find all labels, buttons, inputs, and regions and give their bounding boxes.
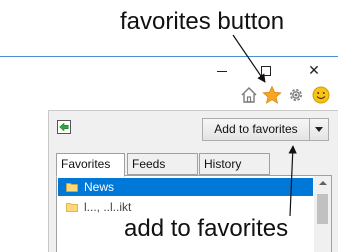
smiley-feedback-icon[interactable] <box>311 85 331 105</box>
minimize-button[interactable] <box>214 64 230 78</box>
add-to-favorites-button[interactable]: Add to favorites <box>202 118 309 141</box>
folder-icon <box>66 183 78 192</box>
pin-favorites-center-icon[interactable] <box>57 120 71 134</box>
list-item[interactable]: News <box>58 178 313 196</box>
close-button[interactable]: ✕ <box>306 64 322 78</box>
scroll-thumb[interactable] <box>317 194 328 224</box>
tab-feeds[interactable]: Feeds <box>127 153 198 175</box>
tab-history[interactable]: History <box>199 153 270 175</box>
list-scrollbar[interactable] <box>314 176 331 252</box>
favorites-star-icon[interactable] <box>262 85 282 105</box>
maximize-button[interactable] <box>261 66 271 76</box>
list-item[interactable]: l..., ..l..ikt <box>58 198 313 216</box>
folder-icon <box>66 203 78 212</box>
list-item-label: News <box>84 180 115 194</box>
favorites-button-callout: favorites button <box>120 8 285 35</box>
gear-icon[interactable] <box>286 85 306 105</box>
tab-favorites[interactable]: Favorites <box>56 153 125 177</box>
scroll-up-button[interactable] <box>314 176 331 190</box>
add-to-favorites-dropdown[interactable] <box>309 118 329 141</box>
home-icon[interactable] <box>239 85 259 105</box>
list-item-label: l..., ..l..ikt <box>84 200 132 214</box>
add-to-favorites-callout: add to favorites <box>124 215 289 242</box>
